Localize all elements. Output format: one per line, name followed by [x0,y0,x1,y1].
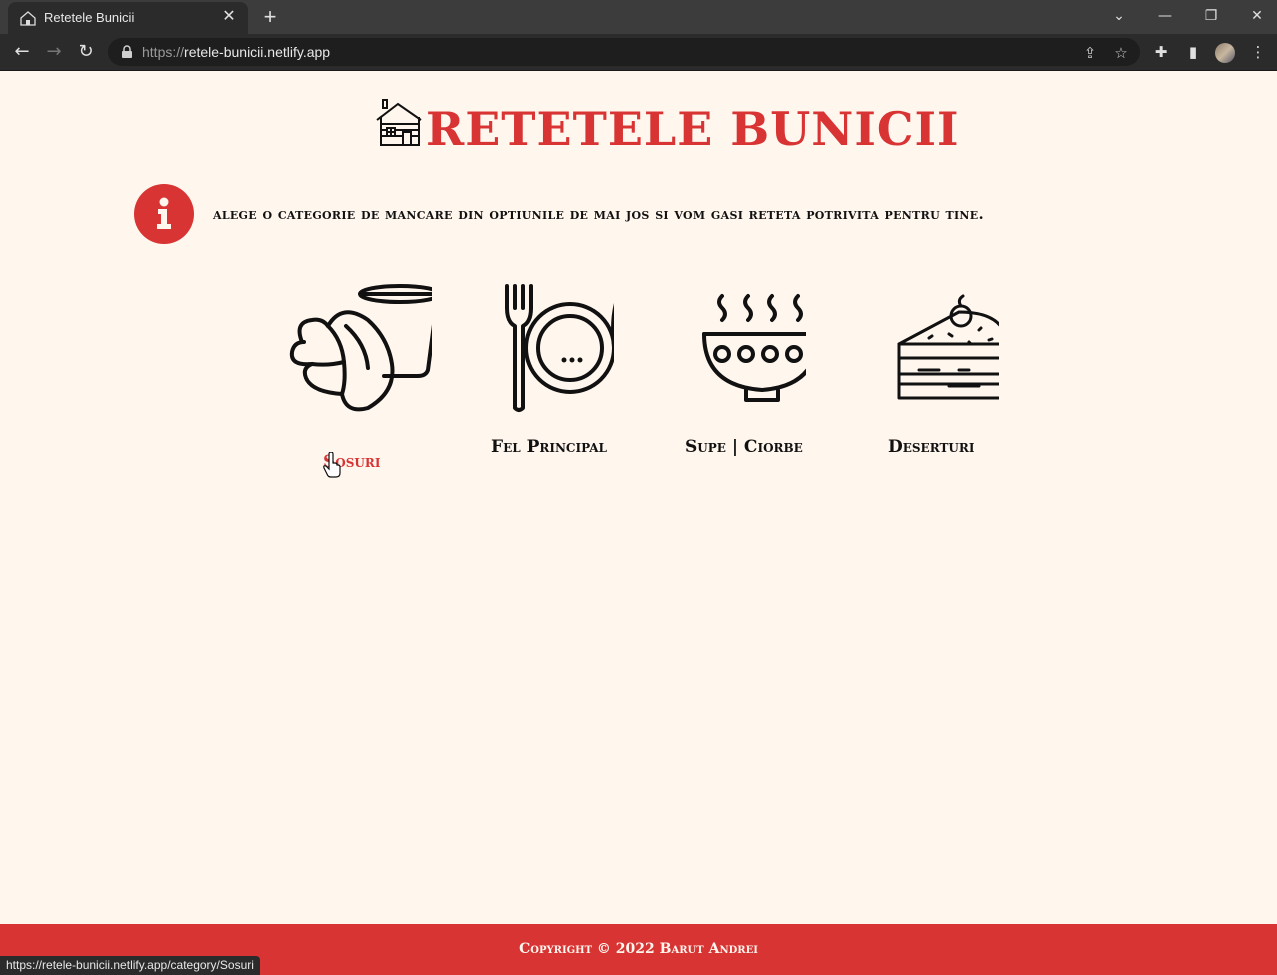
new-tab-button[interactable]: + [258,5,282,29]
tab-search-icon[interactable]: ⌄ [1106,4,1132,28]
croissant-cup-icon [289,284,432,412]
browser-tab[interactable]: Retetele Bunicii ✕ [8,2,248,34]
hand-cursor-icon [323,452,341,478]
tab-close-icon[interactable]: ✕ [220,8,238,26]
share-icon[interactable]: ⇪ [1081,44,1099,62]
info-message: alege o categorie de mancare din optiuni… [213,205,984,223]
footer-copyright: Copyright © 2022 Barut Andrei [519,941,758,957]
close-window-icon[interactable]: ✕ [1244,4,1270,28]
minimize-icon[interactable]: — [1152,4,1178,28]
category-supe-ciorbe[interactable] [641,282,831,414]
extensions-icon[interactable]: ✚ [1151,42,1171,62]
status-bar-url: https://retele-bunicii.netlify.app/categ… [0,956,260,975]
plate-fork-knife-icon [505,284,614,412]
menu-icon[interactable]: ⋮ [1248,42,1268,62]
info-icon [134,184,194,244]
forward-icon[interactable]: → [42,40,66,64]
cake-slice-icon [897,294,999,400]
category-label-supe-ciorbe[interactable]: Supe | Ciorbe [685,437,803,457]
category-label-deserturi[interactable]: Deserturi [888,437,974,457]
reload-icon[interactable]: ↻ [74,40,98,64]
category-label-fel-principal[interactable]: Fel Principal [491,437,607,457]
soup-bowl-icon [702,294,806,402]
house-favicon-icon [20,11,36,26]
address-bar[interactable]: https://retele-bunicii.netlify.app ⇪ ☆ [108,38,1140,66]
browser-toolbar: ← → ↻ https://retele-bunicii.netlify.app… [0,34,1277,71]
url-text: https://retele-bunicii.netlify.app [142,44,331,60]
profile-avatar[interactable] [1215,43,1235,63]
back-icon[interactable]: ← [10,40,34,64]
category-sosuri[interactable] [257,282,447,412]
bookmark-star-icon[interactable]: ☆ [1112,44,1130,62]
side-panel-icon[interactable]: ▮ [1183,42,1203,62]
page-title: RETETELE BUNICII [426,102,960,156]
cottage-logo-icon [376,99,422,146]
tab-bar: Retetele Bunicii ✕ + ⌄ — ❐ ✕ [0,0,1277,34]
category-deserturi[interactable] [834,282,1024,414]
tab-title: Retetele Bunicii [44,10,135,25]
category-fel-principal[interactable] [449,282,639,414]
restore-icon[interactable]: ❐ [1198,4,1224,28]
lock-icon [122,45,132,58]
